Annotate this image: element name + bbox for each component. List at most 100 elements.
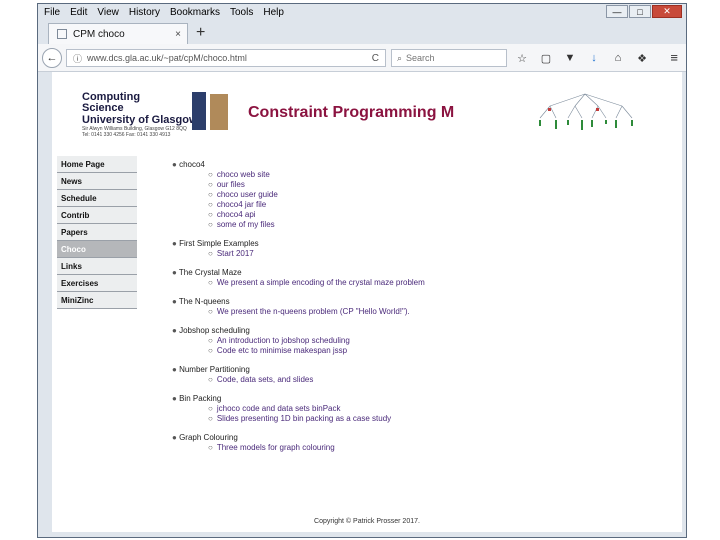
- new-tab-button[interactable]: +: [196, 24, 205, 42]
- close-window-button[interactable]: ✕: [652, 5, 682, 18]
- page-content: Computing Science University of Glasgow …: [52, 72, 682, 532]
- sidebar-item-choco[interactable]: Choco: [57, 241, 137, 258]
- minimize-button[interactable]: —: [606, 5, 628, 18]
- list-item: ○ jchoco code and data sets binPack: [172, 404, 672, 414]
- list-item: ○ Code, data sets, and slides: [172, 375, 672, 385]
- reload-icon[interactable]: C: [372, 53, 379, 64]
- bullet: ●: [172, 160, 177, 169]
- menu-edit[interactable]: Edit: [70, 7, 87, 18]
- sidebar-item-news[interactable]: News: [57, 173, 137, 190]
- sidebar-item-papers[interactable]: Papers: [57, 224, 137, 241]
- bullet: ●: [172, 297, 177, 306]
- home-icon[interactable]: ⌂: [609, 50, 627, 66]
- bullet: ●: [172, 394, 177, 403]
- sidebar-item-home-page[interactable]: Home Page: [57, 156, 137, 173]
- page-favicon-icon: [57, 29, 67, 39]
- site-info-icon[interactable]: ⓘ: [73, 52, 83, 65]
- link-start-2017[interactable]: Start 2017: [217, 249, 254, 258]
- sub-bullet: ○: [208, 404, 213, 413]
- bullet: ●: [172, 365, 177, 374]
- list-item: ○ some of my files: [172, 220, 672, 230]
- link-choco4-api[interactable]: choco4 api: [217, 210, 256, 219]
- section-title: Number Partitioning: [179, 365, 250, 374]
- list-item: ○ An introduction to jobshop scheduling: [172, 336, 672, 346]
- list-item: ○ We present a simple encoding of the cry…: [172, 278, 672, 288]
- sidebar-nav: Home Page News Schedule Contrib Papers C…: [57, 156, 137, 309]
- pocket-icon[interactable]: ▼: [561, 50, 579, 66]
- list-item: ○ Code etc to minimise makespan jssp: [172, 346, 672, 356]
- sub-bullet: ○: [208, 414, 213, 423]
- list-item: ○ Start 2017: [172, 249, 672, 259]
- sidebar-item-schedule[interactable]: Schedule: [57, 190, 137, 207]
- link-binpack-slides[interactable]: Slides presenting 1D bin packing as a ca…: [217, 414, 391, 423]
- sub-bullet: ○: [208, 346, 213, 355]
- sub-bullet: ○: [208, 180, 213, 189]
- section-heading: ● The N-queens: [172, 297, 672, 307]
- maximize-button[interactable]: □: [629, 5, 651, 18]
- sidebar-item-exercises[interactable]: Exercises: [57, 275, 137, 292]
- sub-bullet: ○: [208, 249, 213, 258]
- section-heading: ● First Simple Examples: [172, 239, 672, 249]
- extension-icon[interactable]: ❖: [633, 50, 651, 66]
- sidebar-item-minizinc[interactable]: MiniZinc: [57, 292, 137, 309]
- bullet: ●: [172, 239, 177, 248]
- search-icon: ⌕: [397, 52, 403, 63]
- bookmark-star-icon[interactable]: ☆: [513, 50, 531, 66]
- navigation-bar: ← ⓘ www.dcs.gla.ac.uk/~pat/cpM/choco.htm…: [38, 44, 686, 72]
- sub-bullet: ○: [208, 170, 213, 179]
- list-item: ○ choco4 api: [172, 210, 672, 220]
- menu-tools[interactable]: Tools: [230, 7, 253, 18]
- section-crystal-maze: ● The Crystal Maze ○ We present a simple …: [172, 268, 672, 288]
- section-title: Bin Packing: [179, 394, 222, 403]
- link-graph-colouring[interactable]: Three models for graph colouring: [217, 443, 335, 452]
- sidebar-item-contrib[interactable]: Contrib: [57, 207, 137, 224]
- link-choco4-jar-file[interactable]: choco4 jar file: [217, 200, 266, 209]
- list-item: ○ our files: [172, 180, 672, 190]
- bullet: ●: [172, 326, 177, 335]
- link-binpack-code[interactable]: jchoco code and data sets binPack: [217, 404, 341, 413]
- menu-help[interactable]: Help: [263, 7, 284, 18]
- link-n-queens[interactable]: We present the n-queens problem (CP "Hel…: [217, 307, 410, 316]
- browser-window: File Edit View History Bookmarks Tools H…: [37, 3, 687, 538]
- section-choco4: ● choco4 ○ choco web site ○ our files ○ cho…: [172, 160, 672, 230]
- sidebar-item-links[interactable]: Links: [57, 258, 137, 275]
- tab-cpm-choco[interactable]: CPM choco ×: [48, 23, 188, 44]
- menu-bar: File Edit View History Bookmarks Tools H…: [38, 4, 686, 20]
- section-heading: ● Bin Packing: [172, 394, 672, 404]
- back-button[interactable]: ←: [42, 48, 62, 68]
- section-title: The N-queens: [178, 297, 230, 306]
- link-choco-web-site[interactable]: choco web site: [217, 170, 270, 179]
- sub-bullet: ○: [208, 190, 213, 199]
- search-input[interactable]: [406, 53, 487, 63]
- tab-title: CPM choco: [73, 28, 125, 40]
- section-title: Graph Colouring: [179, 433, 238, 442]
- menu-history[interactable]: History: [129, 7, 160, 18]
- list-item: ○ choco web site: [172, 170, 672, 180]
- link-crystal-maze[interactable]: We present a simple encoding of the crys…: [217, 278, 425, 287]
- link-number-partitioning[interactable]: Code, data sets, and slides: [217, 375, 314, 384]
- url-text[interactable]: www.dcs.gla.ac.uk/~pat/cpM/choco.html: [87, 53, 372, 63]
- reading-list-icon[interactable]: ▢: [537, 50, 555, 66]
- sub-bullet: ○: [208, 220, 213, 229]
- link-choco-user-guide[interactable]: choco user guide: [217, 190, 278, 199]
- link-jobshop-intro[interactable]: An introduction to jobshop scheduling: [217, 336, 350, 345]
- sub-bullet: ○: [208, 307, 213, 316]
- download-icon[interactable]: ↓: [585, 50, 603, 66]
- tab-close-icon[interactable]: ×: [175, 29, 181, 40]
- link-some-of-my-files[interactable]: some of my files: [217, 220, 275, 229]
- section-number-partitioning: ● Number Partitioning ○ Code, data sets, …: [172, 365, 672, 385]
- url-bar[interactable]: ⓘ www.dcs.gla.ac.uk/~pat/cpM/choco.html …: [66, 49, 386, 67]
- menu-bookmarks[interactable]: Bookmarks: [170, 7, 220, 18]
- menu-file[interactable]: File: [44, 7, 60, 18]
- menu-view[interactable]: View: [97, 7, 119, 18]
- bullet: ●: [172, 268, 177, 277]
- tab-bar: CPM choco × +: [38, 20, 686, 44]
- link-jobshop-code[interactable]: Code etc to minimise makespan jssp: [217, 346, 347, 355]
- sub-bullet: ○: [208, 210, 213, 219]
- bullet: ●: [172, 433, 177, 442]
- hamburger-menu-icon[interactable]: ≡: [670, 50, 678, 65]
- section-heading: ● The Crystal Maze: [172, 268, 672, 278]
- sub-bullet: ○: [208, 443, 213, 452]
- search-bar[interactable]: ⌕: [391, 49, 507, 67]
- link-our-files[interactable]: our files: [217, 180, 245, 189]
